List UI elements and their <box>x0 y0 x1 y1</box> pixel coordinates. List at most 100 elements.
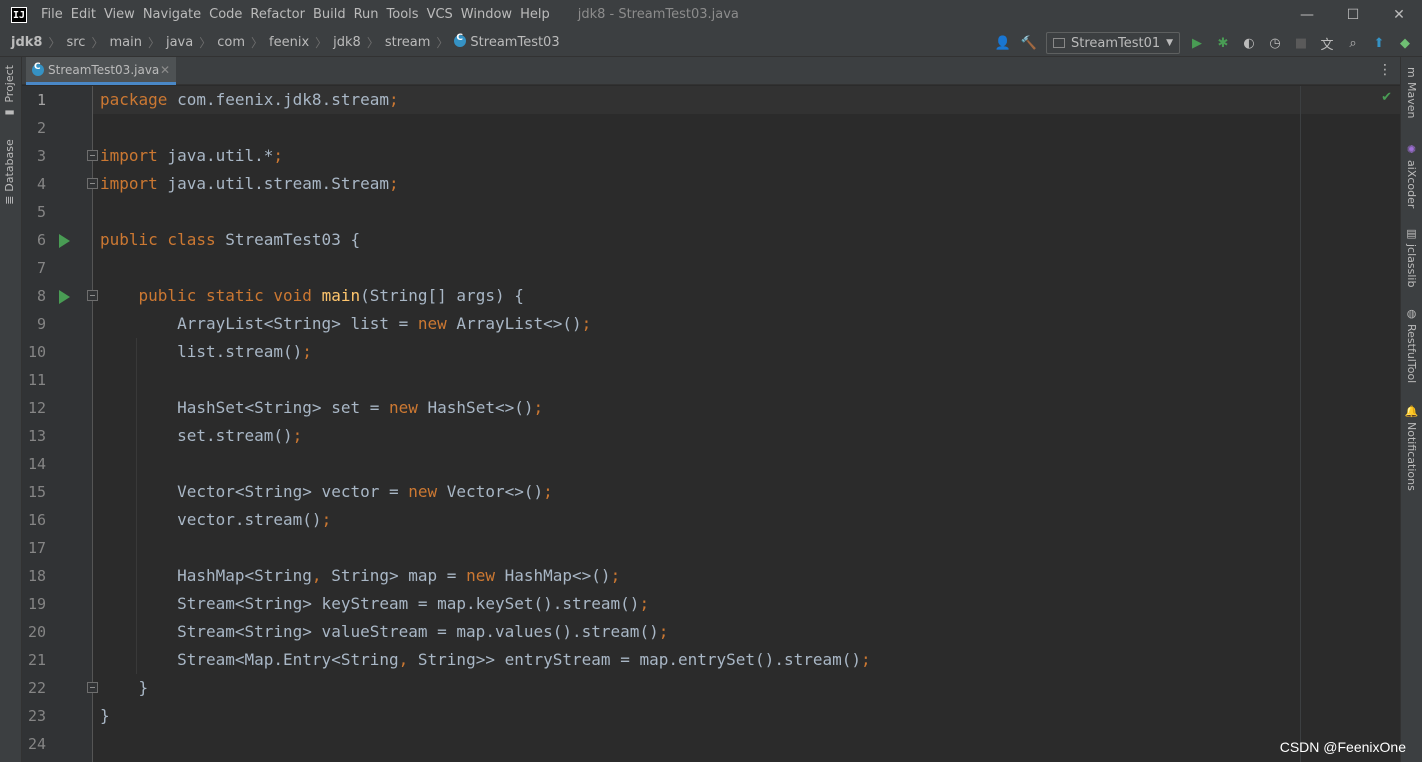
aixcoder-tool-tab[interactable]: ✺ aiXcoder <box>1405 143 1418 208</box>
intellij-logo-icon[interactable]: IJ <box>11 6 27 23</box>
code-line[interactable]: 8 public static void main(String[] args)… <box>22 282 1400 310</box>
code-line[interactable]: 3 import java.util.*; <box>22 142 1400 170</box>
line-number[interactable]: 24 <box>22 730 46 758</box>
fold-icon[interactable] <box>87 178 98 189</box>
line-number[interactable]: 6 <box>22 226 46 254</box>
code-line[interactable]: 11 <box>22 366 1400 394</box>
breadcrumb-item[interactable]: feenix <box>269 35 309 50</box>
line-number[interactable]: 3 <box>22 142 46 170</box>
code-line[interactable]: 17 <box>22 534 1400 562</box>
line-number[interactable]: 4 <box>22 170 46 198</box>
menu-run[interactable]: Run <box>350 7 383 22</box>
menu-window[interactable]: Window <box>457 7 516 22</box>
code-line[interactable]: 10 list.stream(); <box>22 338 1400 366</box>
line-number[interactable]: 20 <box>22 618 46 646</box>
code-line[interactable]: 21 Stream<Map.Entry<String, String>> ent… <box>22 646 1400 674</box>
code-line[interactable]: 7 <box>22 254 1400 282</box>
run-icon[interactable]: ▶ <box>1188 34 1206 52</box>
code-line[interactable]: 2 <box>22 114 1400 142</box>
menu-file[interactable]: File <box>37 7 67 22</box>
line-number[interactable]: 8 <box>22 282 46 310</box>
more-options-icon[interactable]: ⋮ <box>1378 62 1392 78</box>
code-line[interactable]: 15 Vector<String> vector = new Vector<>(… <box>22 478 1400 506</box>
breadcrumb-item[interactable]: java <box>166 35 193 50</box>
code-line[interactable]: 13 set.stream(); <box>22 422 1400 450</box>
line-number[interactable]: 11 <box>22 366 46 394</box>
breadcrumb-item[interactable]: jdk8 <box>11 35 42 50</box>
line-number[interactable]: 12 <box>22 394 46 422</box>
code-line[interactable]: 4 import java.util.stream.Stream; <box>22 170 1400 198</box>
line-number[interactable]: 21 <box>22 646 46 674</box>
code-line[interactable]: 18 HashMap<String, String> map = new Has… <box>22 562 1400 590</box>
code-line[interactable]: 20 Stream<String> valueStream = map.valu… <box>22 618 1400 646</box>
jclasslib-tool-tab[interactable]: ▤ jclasslib <box>1405 227 1418 287</box>
line-number[interactable]: 23 <box>22 702 46 730</box>
project-tool-tab[interactable]: ▬ Project <box>3 65 16 120</box>
stop-icon[interactable]: ■ <box>1292 34 1310 52</box>
line-number[interactable]: 19 <box>22 590 46 618</box>
tab-streamtest03[interactable]: StreamTest03.java ✕ <box>26 57 176 85</box>
code-line[interactable]: 22 } <box>22 674 1400 702</box>
run-gutter-icon[interactable] <box>59 290 70 304</box>
menu-help[interactable]: Help <box>516 7 554 22</box>
line-number[interactable]: 2 <box>22 114 46 142</box>
code-line[interactable]: 19 Stream<String> keyStream = map.keySet… <box>22 590 1400 618</box>
menu-view[interactable]: View <box>100 7 139 22</box>
line-number[interactable]: 9 <box>22 310 46 338</box>
line-number[interactable]: 16 <box>22 506 46 534</box>
profile-icon[interactable]: ◷ <box>1266 34 1284 52</box>
line-number[interactable]: 10 <box>22 338 46 366</box>
menu-build[interactable]: Build <box>309 7 350 22</box>
menu-navigate[interactable]: Navigate <box>139 7 205 22</box>
breadcrumb-item-current[interactable]: StreamTest03 <box>454 33 560 50</box>
notifications-tool-tab[interactable]: 🔔 Notifications <box>1405 405 1418 491</box>
breadcrumb-item[interactable]: main <box>109 35 141 50</box>
breadcrumb-item[interactable]: src <box>66 35 85 50</box>
minimize-button[interactable]: — <box>1284 0 1330 29</box>
menu-vcs[interactable]: VCS <box>423 7 457 22</box>
line-number[interactable]: 5 <box>22 198 46 226</box>
user-icon[interactable]: 👤 <box>994 34 1012 52</box>
coverage-icon[interactable]: ◐ <box>1240 34 1258 52</box>
line-number[interactable]: 22 <box>22 674 46 702</box>
code-line[interactable]: 24 <box>22 730 1400 758</box>
code-line[interactable]: 5 <box>22 198 1400 226</box>
code-line[interactable]: 12 HashSet<String> set = new HashSet<>()… <box>22 394 1400 422</box>
build-hammer-icon[interactable]: 🔨 <box>1020 34 1038 52</box>
line-number[interactable]: 13 <box>22 422 46 450</box>
line-number[interactable]: 14 <box>22 450 46 478</box>
maven-tool-tab[interactable]: m Maven <box>1405 67 1418 118</box>
line-number[interactable]: 15 <box>22 478 46 506</box>
code-line[interactable]: 1 package com.feenix.jdk8.stream; <box>22 86 1400 114</box>
breadcrumb-item[interactable]: stream <box>385 35 431 50</box>
update-icon[interactable]: ⬆ <box>1370 34 1388 52</box>
fold-icon[interactable] <box>87 682 98 693</box>
fold-icon[interactable] <box>87 290 98 301</box>
translate-icon[interactable]: 文 <box>1318 34 1336 53</box>
menu-tools[interactable]: Tools <box>383 7 423 22</box>
close-tab-icon[interactable]: ✕ <box>160 63 170 77</box>
database-tool-tab[interactable]: ≣ Database <box>3 139 16 205</box>
maximize-button[interactable]: ☐ <box>1330 0 1376 29</box>
close-window-button[interactable]: ✕ <box>1376 0 1422 29</box>
code-line[interactable]: 16 vector.stream(); <box>22 506 1400 534</box>
run-gutter-icon[interactable] <box>59 234 70 248</box>
code-line[interactable]: 23} <box>22 702 1400 730</box>
line-number[interactable]: 1 <box>22 86 46 114</box>
plugin-logo-icon[interactable]: ◆ <box>1396 34 1414 52</box>
code-editor[interactable]: ✔ 1 package com.feenix.jdk8.stream; 2 3 impo… <box>22 86 1400 762</box>
menu-edit[interactable]: Edit <box>67 7 100 22</box>
line-number[interactable]: 7 <box>22 254 46 282</box>
breadcrumb-item[interactable]: com <box>217 35 245 50</box>
menu-code[interactable]: Code <box>205 7 246 22</box>
debug-icon[interactable]: ✱ <box>1214 34 1232 52</box>
code-line[interactable]: 9 ArrayList<String> list = new ArrayList… <box>22 310 1400 338</box>
menu-refactor[interactable]: Refactor <box>246 7 309 22</box>
line-number[interactable]: 18 <box>22 562 46 590</box>
code-line[interactable]: 14 <box>22 450 1400 478</box>
code-line[interactable]: 6 public class StreamTest03 { <box>22 226 1400 254</box>
line-number[interactable]: 17 <box>22 534 46 562</box>
search-icon[interactable]: ⌕ <box>1344 34 1362 52</box>
run-configuration-select[interactable]: StreamTest01 ▼ <box>1046 32 1180 54</box>
breadcrumb-item[interactable]: jdk8 <box>333 35 361 50</box>
